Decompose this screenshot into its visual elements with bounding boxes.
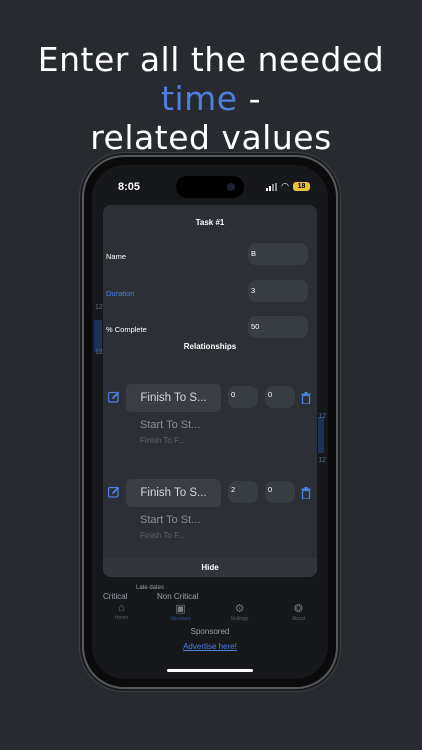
legend-critical: Critical xyxy=(103,592,128,601)
relationship-type-picker[interactable]: Finish To S... xyxy=(126,384,221,412)
home-indicator[interactable] xyxy=(167,669,253,672)
gantt-bar xyxy=(318,417,324,453)
tab-label: Home xyxy=(114,615,129,621)
percent-complete-input[interactable]: 50 xyxy=(248,316,308,338)
headline-text: Enter all the needed xyxy=(37,40,385,79)
picker-option[interactable]: Finish To F... xyxy=(140,531,185,540)
phone-frame: 8:05 ◠ 18 12 12 12 12 Late dates Critica… xyxy=(84,157,336,687)
sponsored-label: Sponsored xyxy=(190,627,230,636)
battery-icon: 18 xyxy=(293,182,310,191)
legend-non-critical: Non Critical xyxy=(157,592,199,601)
picker-option[interactable]: Finish To F... xyxy=(140,436,185,445)
tab-label: About xyxy=(291,616,306,622)
wifi-icon: ◠ xyxy=(281,181,289,191)
name-input[interactable]: B xyxy=(248,243,308,265)
gear-icon: ⚙ xyxy=(234,603,245,615)
lag-input[interactable]: 0 xyxy=(228,386,258,408)
hide-button[interactable]: Hide xyxy=(103,558,317,577)
relationship-type-picker[interactable]: Finish To S... xyxy=(126,479,221,507)
modal-title: Task #1 xyxy=(195,218,225,227)
duration-label: Duration xyxy=(106,289,135,298)
home-icon: ⌂ xyxy=(118,602,125,614)
headline-text-end: - xyxy=(237,79,261,118)
status-time: 8:05 xyxy=(118,181,141,193)
signal-icon xyxy=(266,182,278,191)
status-icons: ◠ 18 xyxy=(266,182,310,191)
headline-line-2: related values xyxy=(90,118,332,157)
picker-option[interactable]: Start To St... xyxy=(140,514,200,526)
lag-input[interactable]: 2 xyxy=(228,481,258,503)
picker-option[interactable]: Start To St... xyxy=(140,419,200,431)
phone-screen: 8:05 ◠ 18 12 12 12 12 Late dates Critica… xyxy=(92,165,328,679)
headline-line-1: Enter all the needed time - xyxy=(0,40,422,118)
gantt-label: 12 xyxy=(95,349,103,356)
gantt-label: 12 xyxy=(318,457,326,464)
edit-icon[interactable] xyxy=(108,486,120,498)
gantt-bar xyxy=(94,320,102,352)
tab-label: Structure xyxy=(170,616,191,622)
lag-input[interactable]: 0 xyxy=(265,386,295,408)
advertise-link[interactable]: Advertise here! xyxy=(92,642,328,651)
lifebuoy-icon: ❂ xyxy=(293,603,304,615)
duration-input[interactable]: 3 xyxy=(248,280,308,302)
camera-icon xyxy=(227,183,235,191)
relationships-title: Relationships xyxy=(183,342,237,351)
trash-icon[interactable] xyxy=(301,392,311,404)
late-dates-label: Late dates xyxy=(136,585,165,591)
gantt-label: 12 xyxy=(95,304,103,311)
headline: Enter all the needed time - related valu… xyxy=(0,40,422,157)
edit-icon[interactable] xyxy=(108,391,120,403)
task-modal: Task #1 Name B Duration 3 % Complete 50 … xyxy=(103,205,317,577)
briefcase-icon: ▣ xyxy=(175,603,186,615)
tab-label: Settings xyxy=(230,616,249,622)
lag-input[interactable]: 0 xyxy=(265,481,295,503)
relationship-row: Finish To S... Start To St... Finish To … xyxy=(103,380,317,445)
name-label: Name xyxy=(106,252,127,261)
headline-accent-word: time xyxy=(161,79,238,118)
gantt-label: 12 xyxy=(318,413,326,420)
percent-complete-label: % Complete xyxy=(106,325,147,334)
dynamic-island xyxy=(176,176,244,198)
trash-icon[interactable] xyxy=(301,487,311,499)
relationship-row: Finish To S... Start To St... Finish To … xyxy=(103,475,317,540)
